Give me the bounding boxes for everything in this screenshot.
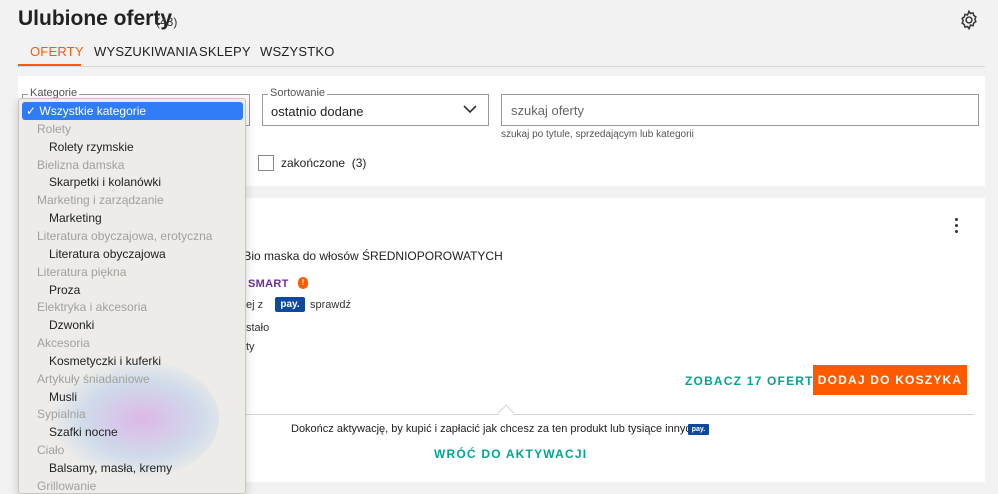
dropdown-option[interactable]: Kosmetyczki i kuferki [19, 352, 245, 370]
dropdown-group-header: Bielizna damska [37, 157, 125, 172]
add-to-cart-button[interactable]: DODAJ DO KOSZYKA [813, 365, 967, 395]
search-hint: szukaj po tytule, sprzedającym lub kateg… [501, 129, 694, 140]
tab-oferty[interactable]: OFERTY [30, 44, 84, 59]
back-to-activation-link[interactable]: WRÓĆ DO AKTYWACJI [434, 447, 587, 461]
dropdown-option[interactable]: Szafki nocne [19, 423, 245, 441]
ended-count: (3) [351, 156, 367, 170]
dropdown-group-header: Literatura obyczajowa, erotyczna [37, 228, 213, 243]
dropdown-option[interactable]: Balsamy, masła, kremy [19, 459, 245, 477]
tab-sklepy[interactable]: SKLEPY [199, 44, 251, 59]
offer-meta-extra: ty [246, 341, 255, 353]
dropdown-group-header: Sypialnia [37, 407, 86, 422]
pay-check-link[interactable]: sprawdź [310, 299, 351, 311]
page-title: Ulubione oferty [18, 7, 173, 30]
dropdown-group-header: Elektryka i akcesoria [37, 300, 148, 315]
smart-badge-icon: ! [298, 277, 308, 289]
tab-wyszukiwania[interactable]: WYSZUKIWANIA [94, 44, 198, 59]
dropdown-group-header: Marketing i zarządzanie [37, 193, 164, 208]
dropdown-option[interactable]: Proza [19, 281, 245, 299]
sort-value: ostatnio dodane [271, 104, 364, 119]
favorites-count: (43) [156, 15, 178, 29]
activation-payu-logo: pay. [688, 424, 709, 435]
search-input[interactable] [501, 94, 979, 126]
kebab-menu-icon[interactable] [948, 216, 966, 236]
sort-label: Sortowanie [268, 87, 328, 99]
dropdown-group-header: Artykuły śniadaniowe [37, 371, 150, 386]
activation-notch [497, 404, 515, 422]
tabs-divider [18, 66, 985, 67]
chevron-down-icon [463, 105, 477, 114]
dropdown-group-header: Rolety [37, 121, 72, 136]
dropdown-option[interactable]: Dzwonki [19, 316, 245, 334]
ended-checkbox-label: zakończone (3) [281, 156, 366, 170]
dropdown-group-header: Grillowanie [37, 478, 97, 493]
offer-meta-remaining: stało [246, 322, 270, 334]
category-dropdown-list[interactable]: ✓ Wszystkie kategorie Rolety Rolety rzymsk… [18, 98, 246, 494]
dropdown-group-header: Literatura piękna [37, 264, 127, 279]
smart-label: SMART [248, 278, 289, 290]
tab-wszystko[interactable]: WSZYSTKO [260, 44, 335, 59]
offer-title[interactable]: nlyBio maska do włosów ŚREDNIOPOROWATYCH [228, 249, 503, 263]
dropdown-option[interactable]: Musli [19, 388, 245, 406]
gear-icon[interactable] [958, 9, 980, 31]
dropdown-option[interactable]: Skarpetki i kolanówki [19, 173, 245, 191]
dropdown-selected-option[interactable]: ✓ Wszystkie kategorie [22, 102, 243, 120]
dropdown-option[interactable]: Literatura obyczajowa [19, 245, 245, 263]
payu-logo: pay. [275, 297, 305, 312]
see-offers-link[interactable]: ZOBACZ 17 OFERT [685, 374, 814, 388]
dropdown-option[interactable]: Marketing [19, 209, 245, 227]
dropdown-group-header: Akcesoria [37, 336, 90, 351]
activation-divider [228, 414, 974, 415]
ended-label-text: zakończone [281, 156, 346, 170]
dropdown-option[interactable]: Rolety rzymskie [19, 138, 245, 156]
pay-text-prefix: ej z [246, 299, 264, 311]
activation-message: Dokończ aktywację, by kupić i zapłacić j… [291, 423, 706, 435]
ended-checkbox[interactable] [258, 155, 274, 171]
dropdown-group-header: Ciało [37, 443, 65, 458]
